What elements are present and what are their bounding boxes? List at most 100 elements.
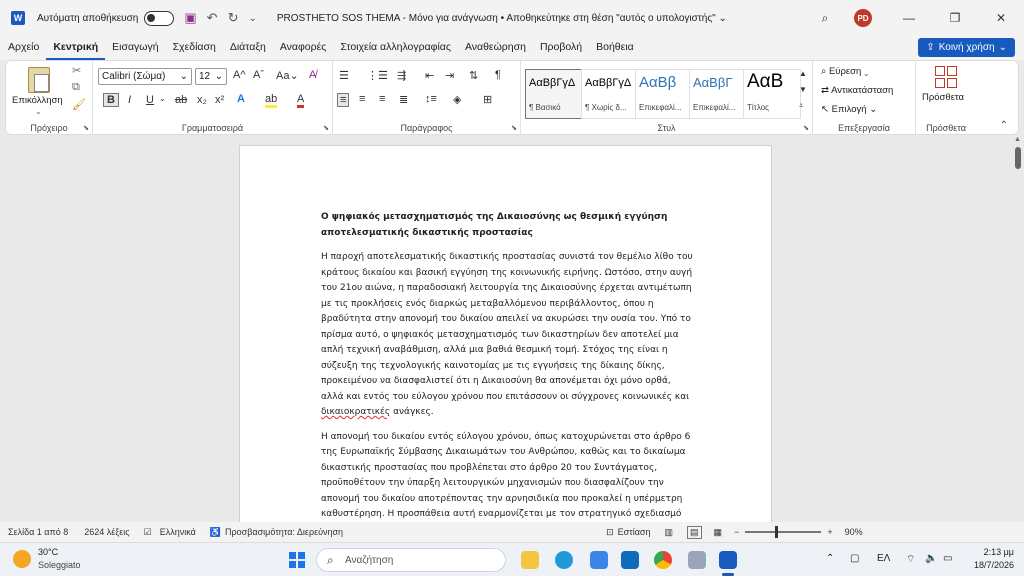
wifi-icon[interactable]: ⌔ [906,553,915,566]
web-layout-icon[interactable]: ▦ [714,527,723,538]
autosave-toggle[interactable] [144,10,175,26]
sort-icon[interactable]: ⇅ [469,69,478,82]
multilevel-list-icon[interactable]: ⇶ [397,69,406,82]
chevron-up-icon[interactable]: ⌃ [826,553,834,564]
minimize-button[interactable]: — [886,11,932,25]
speaker-icon[interactable]: 🔈 [925,553,937,564]
dialog-launcher-icon[interactable]: ⬊ [803,124,809,132]
focus-icon[interactable]: ⊡ [606,527,614,538]
restore-button[interactable]: ❐ [932,11,978,25]
clock-date[interactable]: 18/7/2026 [960,560,1014,570]
windows-start-icon[interactable] [289,552,305,568]
sun-icon[interactable] [13,550,31,568]
style-title[interactable]: ΑαΒ Τίτλος [743,69,801,119]
tab-file[interactable]: Αρχείο [0,36,46,60]
tab-help[interactable]: Βοήθεια [589,36,641,60]
font-name-select[interactable]: Calibri (Σώμα) ⌄ [98,68,192,85]
tab-view[interactable]: Προβολή [533,36,589,60]
italic-button[interactable]: I [128,94,131,106]
save-icon[interactable]: ▣ [184,10,196,26]
dialog-launcher-icon[interactable]: ⬊ [323,124,329,132]
line-spacing-icon[interactable]: ↕≡ [425,93,437,105]
search-icon[interactable]: ⌕ [810,11,840,26]
zoom-in-icon[interactable]: + [827,527,832,537]
scroll-up-icon[interactable]: ▲ [1014,136,1021,143]
app-icon[interactable] [688,551,706,569]
accessibility-status[interactable]: Προσβασιμότητα: Διερεύνηση [225,527,343,537]
document-title[interactable]: PROSTHETO SOS THEMA - Μόνο για ανάγνωση … [277,13,727,24]
show-marks-icon[interactable]: ¶ [495,69,501,81]
zoom-slider-thumb[interactable] [775,526,779,538]
style-no-spacing[interactable]: ΑαΒβΓγΔ ¶ Χωρίς δ... [581,69,639,119]
dialog-launcher-icon[interactable]: ⬊ [511,124,517,132]
outlook-icon[interactable] [621,551,639,569]
bullets-icon[interactable]: ☰ [339,69,349,82]
collapse-ribbon-icon[interactable]: ⌃ [1000,120,1008,131]
chevron-down-icon[interactable]: ⌄ [159,94,166,103]
justify-button[interactable]: ≣ [399,93,408,106]
document-page[interactable]: Ο ψηφιακός μετασχηματισμός της Δικαιοσύν… [239,145,772,550]
change-case-icon[interactable]: Aa⌄ [276,69,299,82]
print-layout-icon[interactable]: ▤ [687,525,702,539]
cut-icon[interactable]: ✂ [72,64,81,77]
focus-button[interactable]: Εστίαση [618,527,651,537]
battery-icon[interactable]: ▭ [943,553,952,564]
document-body[interactable]: Ο ψηφιακός μετασχηματισμός της Δικαιοσύν… [321,210,693,554]
weather-temp[interactable]: 30°C [38,547,58,557]
styles-scroll-down-icon[interactable]: ▼ [799,85,807,94]
shading-icon[interactable]: ◈ [453,93,461,106]
accessibility-icon[interactable]: ♿ [210,527,221,538]
chrome-icon[interactable] [654,551,672,569]
zoom-out-icon[interactable]: − [734,527,739,537]
store-icon[interactable] [590,551,608,569]
replace-button[interactable]: ⇄ Αντικατάσταση [821,85,893,96]
align-right-button[interactable]: ≡ [379,93,385,105]
find-button[interactable]: ⌕ Εύρεση ⌄ [821,66,868,77]
addins-button[interactable]: Πρόσθετα [922,92,964,103]
input-language[interactable]: ΕΛ [877,553,890,564]
tab-home[interactable]: Κεντρική [46,36,106,60]
tab-review[interactable]: Αναθεώρηση [458,36,533,60]
proofing-icon[interactable]: ☑ [144,527,152,538]
font-color-icon[interactable]: A [297,93,305,108]
borders-icon[interactable]: ⊞ [483,93,492,106]
page-count[interactable]: Σελίδα 1 από 8 [8,527,68,537]
select-button[interactable]: ↖ Επιλογή ⌄ [821,104,877,115]
style-normal[interactable]: ΑαΒβΓγΔ ¶ Βασικό [525,69,583,119]
align-left-button[interactable]: ≡ [337,93,350,107]
dialog-launcher-icon[interactable]: ⬊ [83,124,89,132]
paste-button[interactable]: Επικόλληση [12,95,63,106]
quick-access-dropdown-icon[interactable]: ⌄ [248,13,256,24]
highlight-icon[interactable]: ab [265,93,278,108]
tab-references[interactable]: Αναφορές [273,36,334,60]
style-heading-2[interactable]: ΑαΒβΓ Επικεφαλί... [689,69,747,119]
subscript-button[interactable]: x₂ [197,94,207,106]
tab-insert[interactable]: Εισαγωγή [105,36,165,60]
styles-more-icon[interactable]: ⩡ [799,101,804,111]
tab-layout[interactable]: Διάταξη [223,36,273,60]
app-tray-icon[interactable]: ▢ [850,553,859,564]
tab-mailings[interactable]: Στοιχεία αλληλογραφίας [333,36,458,60]
spelling-flagged-word[interactable]: δικαιοκρατικές [321,407,390,417]
strikethrough-button[interactable]: ab [175,94,187,106]
weather-desc[interactable]: Soleggiato [38,560,81,570]
word-app-icon[interactable]: W [11,11,25,25]
bold-button[interactable]: B [103,93,119,107]
zoom-level[interactable]: 90% [845,527,863,537]
numbering-icon[interactable]: ⋮☰ [367,69,388,82]
format-painter-icon[interactable]: 🖌 [72,98,86,111]
paste-icon[interactable] [28,67,50,93]
avatar[interactable]: PD [854,9,872,27]
style-heading-1[interactable]: ΑαΒβ Επικεφαλί... [635,69,693,119]
redo-icon[interactable]: ↻ [228,10,239,26]
underline-button[interactable]: U [146,94,154,106]
clear-formatting-icon[interactable]: A̸ [309,69,316,81]
grow-font-icon[interactable]: A^ [233,69,246,81]
share-button[interactable]: ⇪ Κοινή χρήση ⌄ [918,38,1015,57]
word-taskbar-icon[interactable] [719,551,737,569]
clock-time[interactable]: 2:13 μμ [974,547,1014,557]
word-count[interactable]: 2624 λέξεις [84,527,129,537]
superscript-button[interactable]: x² [215,94,224,106]
font-size-select[interactable]: 12 ⌄ [195,68,227,85]
addins-icon[interactable] [935,66,957,88]
